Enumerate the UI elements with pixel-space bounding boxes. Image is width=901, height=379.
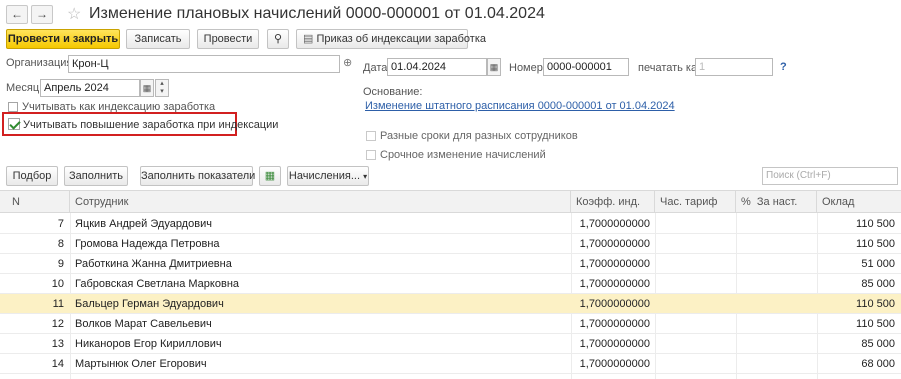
urgent-checkbox[interactable]	[366, 150, 376, 160]
employees-table: N Сотрудник Коэфф. инд. Час. тариф % За …	[0, 190, 901, 379]
organization-field[interactable]: Крон-Ц	[68, 55, 340, 73]
table-row[interactable]: 9 Работкина Жанна Дмитриевна 1,7000000000 5…	[0, 254, 901, 274]
column-n[interactable]: N	[0, 191, 70, 213]
column-coef[interactable]: Коэфф. инд.	[571, 191, 655, 213]
help-icon[interactable]: ?	[780, 61, 787, 73]
column-hourly-rate[interactable]: Час. тариф	[655, 191, 736, 213]
spreadsheet-add-icon: ▦	[264, 170, 276, 182]
index-coefficient: 1,7000000000	[579, 358, 650, 370]
favorite-star-icon[interactable]: ☆	[67, 4, 81, 24]
index-coefficient: 1,7000000000	[579, 278, 650, 290]
index-coefficient: 1,7000000000	[579, 338, 650, 350]
urgent-label: Срочное изменение начислений	[380, 149, 546, 161]
employee-name: Яцкив Андрей Эдуардович	[75, 218, 212, 230]
raise-checkbox-label: Учитывать повышение заработка при индекс…	[23, 119, 279, 131]
row-number: 7	[57, 218, 64, 230]
index-coefficient: 1,7000000000	[579, 238, 650, 250]
basis-label: Основание:	[363, 86, 423, 98]
organization-label: Организация:	[6, 57, 76, 69]
row-number: 11	[52, 298, 64, 310]
diff-terms-checkbox[interactable]	[366, 131, 376, 141]
salary-value: 85 000	[861, 278, 895, 290]
number-label: Номер:	[509, 62, 546, 74]
salary-value: 85 000	[861, 338, 895, 350]
print-order-button[interactable]: ▤ Приказ об индексации заработка	[296, 29, 486, 49]
month-label: Месяц:	[6, 82, 43, 94]
column-current-label: За наст.	[756, 196, 798, 208]
salary-value: 110 500	[856, 318, 895, 330]
month-field[interactable]: Апрель 2024	[40, 79, 140, 97]
fill-button[interactable]: Заполнить	[64, 166, 128, 186]
back-button[interactable]: ←	[6, 5, 28, 24]
row-number: 14	[51, 358, 64, 370]
table-row[interactable]: 10 Габровская Светлана Марковна 1,70000000…	[0, 274, 901, 294]
accruals-dropdown[interactable]: Начисления... ▾	[287, 166, 369, 186]
diff-terms-label: Разные сроки для разных сотрудников	[380, 130, 578, 142]
column-salary[interactable]: Оклад	[817, 191, 901, 213]
row-number: 13	[51, 338, 64, 350]
attach-button[interactable]: ⚲	[267, 29, 289, 49]
forward-button[interactable]: →	[31, 5, 53, 24]
index-coefficient: 1,7000000000	[579, 298, 650, 310]
row-number: 8	[57, 238, 64, 250]
search-input[interactable]: Поиск (Ctrl+F)	[762, 167, 898, 185]
salary-value: 110 500	[856, 298, 895, 310]
date-field[interactable]: 01.04.2024	[387, 58, 487, 76]
month-calendar-icon[interactable]: ▦	[140, 79, 154, 97]
table-row[interactable]: 14 Мартынюк Олег Егорович 1,7000000000 68 0…	[0, 354, 901, 374]
employee-name: Волков Марат Савельевич	[75, 318, 212, 330]
fill-indicators-button[interactable]: Заполнить показатели	[140, 166, 255, 186]
select-button[interactable]: Подбор	[6, 166, 58, 186]
indexation-checkbox[interactable]	[8, 102, 18, 112]
paperclip-icon: ⚲	[273, 33, 283, 45]
employee-name: Мартынюк Олег Егорович	[75, 358, 207, 370]
row-number: 9	[57, 258, 64, 270]
column-percent-label: %	[741, 196, 751, 208]
raise-checkbox[interactable]	[8, 118, 20, 130]
index-coefficient: 1,7000000000	[579, 218, 650, 230]
employee-name: Работкина Жанна Дмитриевна	[75, 258, 232, 270]
printer-icon: ▤	[303, 33, 314, 45]
post-button[interactable]: Провести	[197, 29, 259, 49]
salary-value: 68 000	[861, 358, 895, 370]
employee-name: Бальцер Герман Эдуардович	[75, 298, 224, 310]
chevron-down-icon: ▾	[363, 172, 368, 181]
spreadsheet-button[interactable]: ▦	[259, 166, 281, 186]
column-percent[interactable]: % За наст.	[736, 191, 817, 213]
column-employee[interactable]: Сотрудник	[70, 191, 571, 213]
employee-name: Габровская Светлана Марковна	[75, 278, 240, 290]
index-coefficient: 1,7000000000	[579, 258, 650, 270]
index-coefficient: 1,7000000000	[579, 318, 650, 330]
calendar-icon[interactable]: ▦	[487, 58, 501, 76]
print-as-field[interactable]: 1	[695, 58, 773, 76]
print-order-label: Приказ об индексации заработка	[316, 33, 486, 45]
save-button[interactable]: Записать	[126, 29, 190, 49]
row-number: 12	[51, 318, 64, 330]
open-link-icon[interactable]: ⊕	[343, 56, 352, 69]
table-row[interactable]: 11 Бальцер Герман Эдуардович 1,7000000000 1…	[0, 294, 901, 314]
employee-name: Громова Надежда Петровна	[75, 238, 220, 250]
table-row[interactable]: 13 Никаноров Егор Кириллович 1,7000000000 8…	[0, 334, 901, 354]
accruals-label: Начисления...	[288, 170, 360, 182]
salary-value: 51 000	[861, 258, 895, 270]
salary-value: 110 500	[856, 238, 895, 250]
window-title: Изменение плановых начислений 0000-00000…	[89, 5, 545, 22]
basis-link[interactable]: Изменение штатного расписания 0000-00000…	[365, 100, 675, 112]
employee-name: Никаноров Егор Кириллович	[75, 338, 222, 350]
salary-value: 110 500	[856, 218, 895, 230]
post-and-close-button[interactable]: Провести и закрыть	[6, 29, 120, 49]
table-header: N Сотрудник Коэфф. инд. Час. тариф % За …	[0, 191, 901, 213]
table-row[interactable]: 7 Яцкив Андрей Эдуардович 1,7000000000 110 …	[0, 214, 901, 234]
number-field[interactable]: 0000-000001	[543, 58, 629, 76]
row-number: 10	[51, 278, 64, 290]
table-row[interactable]: 12 Волков Марат Савельевич 1,7000000000 110…	[0, 314, 901, 334]
table-row[interactable]: 8 Громова Надежда Петровна 1,7000000000 110…	[0, 234, 901, 254]
month-stepper[interactable]: ▴ ▾	[155, 79, 169, 97]
